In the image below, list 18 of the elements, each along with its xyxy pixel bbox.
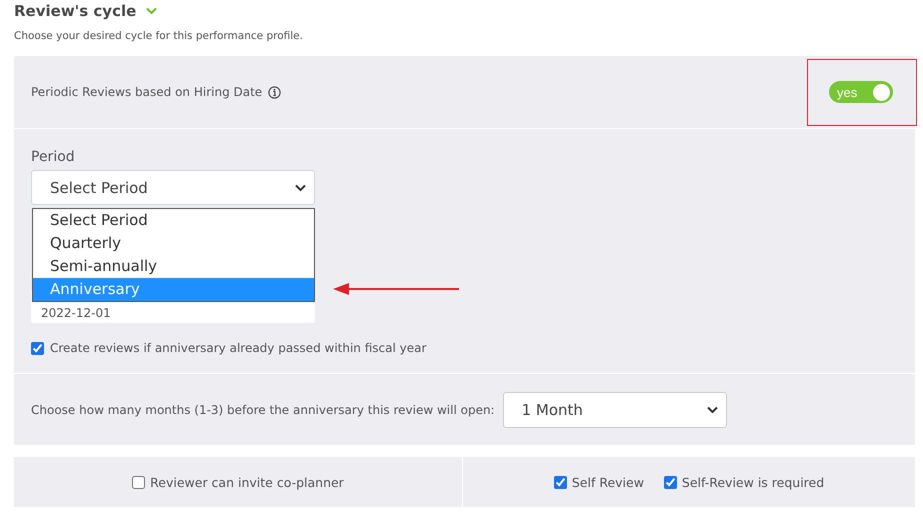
section-description: Choose your desired cycle for this performance profile. <box>14 30 304 44</box>
checkbox[interactable] <box>664 476 677 488</box>
checkbox[interactable] <box>554 476 567 488</box>
field-label: Period <box>31 149 76 165</box>
checkbox-label: Self-Review is required <box>682 474 824 490</box>
checkbox[interactable] <box>31 342 44 354</box>
info-icon[interactable] <box>268 86 282 98</box>
chevron-down-icon[interactable] <box>295 184 306 192</box>
chevron-down-icon[interactable] <box>706 406 718 414</box>
checkbox-label: Create reviews if anniversary already passed within fiscal year <box>50 341 426 355</box>
setting-label: Choose how many months (1-3) before the anniversary this review will open: <box>31 402 495 416</box>
months-select[interactable]: 1 Month <box>502 392 727 428</box>
checkbox-label: Reviewer can invite co-planner <box>150 474 344 490</box>
section-title: Review's cycle <box>14 2 136 20</box>
checkbox[interactable] <box>132 476 146 488</box>
checkbox-label: Self Review <box>572 474 644 490</box>
setting-label: Periodic Reviews based on Hiring Date <box>31 85 262 99</box>
period-select[interactable]: Select Period <box>31 170 315 205</box>
